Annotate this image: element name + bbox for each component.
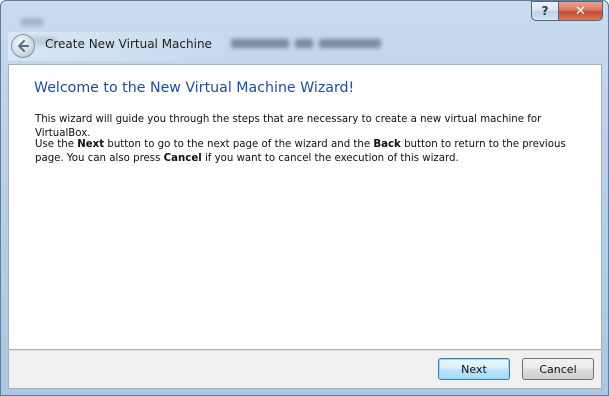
caption-buttons: ? ✕ [531, 1, 603, 21]
wizard-content: Welcome to the New Virtual Machine Wizar… [8, 64, 602, 350]
intro-paragraph: This wizard will guide you through the s… [35, 114, 542, 139]
instructions-back-bold: Back [373, 139, 401, 150]
page-heading: Welcome to the New Virtual Machine Wizar… [34, 80, 355, 96]
wizard-nav-bar: Create New Virtual Machine [8, 32, 603, 61]
back-button[interactable] [11, 34, 35, 58]
wizard-window: ? ✕ Create New Virtual Machine Welcome t… [0, 0, 609, 396]
wizard-title: Create New Virtual Machine [45, 37, 212, 51]
instructions-next-bold: Next [77, 139, 105, 150]
instructions-paragraph: Use the Next button to go to the next pa… [35, 138, 595, 166]
next-button[interactable]: Next [438, 358, 510, 380]
cancel-button[interactable]: Cancel [522, 358, 594, 380]
title-bar[interactable]: ? ✕ [1, 1, 608, 45]
instructions-text-2: button to go to the next page of the wiz… [104, 139, 374, 150]
wizard-footer: Next Cancel [8, 350, 602, 389]
back-arrow-icon [18, 40, 29, 52]
blurred-background-title [231, 39, 391, 51]
instructions-text-4: if you want to cancel the execution of t… [201, 153, 459, 164]
blurred-menu-bar [21, 11, 101, 45]
instructions-text-1: Use the [35, 139, 78, 150]
help-button[interactable]: ? [531, 1, 558, 21]
instructions-cancel-bold: Cancel [163, 153, 202, 164]
close-button[interactable]: ✕ [558, 1, 603, 21]
